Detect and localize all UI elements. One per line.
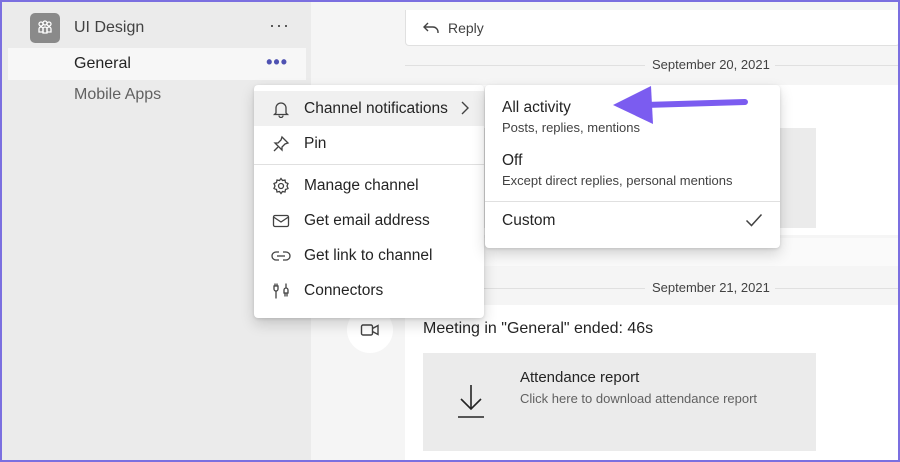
- team-name: UI Design: [74, 19, 145, 36]
- date-divider-line: [405, 65, 645, 66]
- menu-item-channel-notifications[interactable]: Channel notifications: [254, 91, 484, 126]
- team-avatar: [30, 13, 60, 43]
- video-camera-icon: [360, 324, 379, 336]
- menu-item-manage-channel[interactable]: Manage channel: [254, 168, 484, 203]
- channel-item-general[interactable]: General •••: [8, 48, 306, 80]
- option-off[interactable]: Off Except direct replies, personal ment…: [502, 152, 733, 188]
- attendance-report-card[interactable]: Attendance report Click here to download…: [423, 353, 816, 451]
- reply-icon: [422, 21, 440, 35]
- menu-item-connectors[interactable]: Connectors: [254, 273, 484, 308]
- menu-divider: [254, 164, 484, 165]
- menu-item-label: Pin: [304, 134, 327, 152]
- option-description: Except direct replies, personal mentions: [502, 173, 733, 188]
- menu-divider: [485, 201, 780, 202]
- menu-item-label: Channel notifications: [304, 99, 448, 117]
- option-title: Custom: [502, 212, 556, 229]
- meeting-ended-text: Meeting in "General" ended: 46s: [423, 320, 654, 337]
- menu-item-label: Get email address: [304, 211, 430, 229]
- gear-icon: [270, 175, 292, 197]
- pin-icon: [270, 133, 292, 155]
- download-icon: [458, 385, 484, 418]
- menu-item-label: Connectors: [304, 281, 384, 299]
- reply-button[interactable]: Reply: [405, 10, 900, 46]
- annotation-arrow-icon: [613, 86, 748, 124]
- menu-item-label: Manage channel: [304, 176, 419, 194]
- menu-item-get-link[interactable]: Get link to channel: [254, 238, 484, 273]
- channel-label: General: [74, 55, 131, 72]
- chevron-right-icon: [461, 101, 469, 115]
- date-separator: September 20, 2021: [652, 57, 770, 72]
- menu-item-pin[interactable]: Pin: [254, 126, 484, 161]
- menu-item-label: Get link to channel: [304, 246, 433, 264]
- mail-icon: [270, 210, 292, 232]
- team-icon: [38, 20, 52, 34]
- channel-context-menu: Channel notifications Pin Manage channel…: [254, 85, 484, 318]
- bell-icon: [270, 98, 292, 120]
- option-title: Off: [502, 152, 523, 169]
- date-divider-line: [775, 65, 900, 66]
- channel-label: Mobile Apps: [74, 86, 162, 103]
- checkmark-icon: [745, 213, 763, 227]
- link-icon: [270, 245, 292, 267]
- date-divider-line: [775, 288, 900, 289]
- menu-item-get-email-address[interactable]: Get email address: [254, 203, 484, 238]
- channel-more-options-button[interactable]: •••: [266, 53, 288, 71]
- connector-icon: [270, 280, 292, 302]
- date-separator: September 21, 2021: [652, 280, 770, 295]
- option-custom[interactable]: Custom: [502, 212, 555, 230]
- attendance-report-title: Attendance report: [520, 369, 640, 386]
- reply-label: Reply: [448, 19, 484, 36]
- team-row-ui-design[interactable]: UI Design ···: [30, 12, 306, 44]
- team-more-options-button[interactable]: ···: [269, 16, 290, 34]
- attendance-report-subtitle: Click here to download attendance report: [520, 391, 758, 406]
